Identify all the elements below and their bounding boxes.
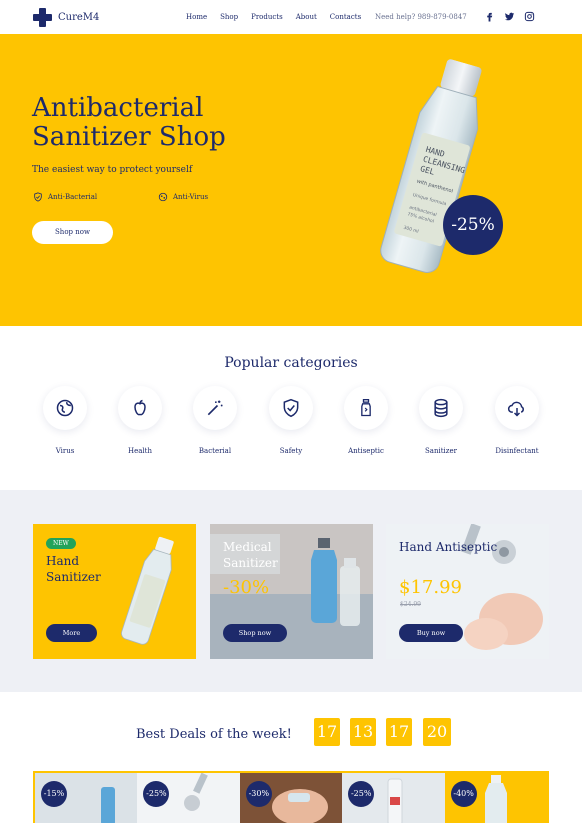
- virus-icon: [158, 192, 168, 202]
- popular-categories-section: Popular categories Virus Health Bacteria…: [0, 326, 582, 490]
- deals-product-strip: -15% -25% -30% -25% -40%: [33, 771, 549, 823]
- promo-card-hand-antiseptic[interactable]: Hand Antiseptic $17.99 $24.99 Buy now: [386, 524, 549, 659]
- menu-item-home[interactable]: Home: [186, 13, 207, 21]
- hero-discount-badge: -25%: [443, 195, 503, 255]
- promo-price: $17.99: [399, 577, 462, 598]
- promo-title: Hand Sanitizer: [46, 554, 101, 584]
- shield-icon: [283, 398, 299, 418]
- deal-item[interactable]: -25%: [342, 773, 446, 823]
- feature-anti-virus: Anti-Virus: [158, 192, 208, 202]
- category-sanitizer[interactable]: Sanitizer: [411, 386, 471, 455]
- category-label: Disinfectant: [495, 447, 539, 455]
- apple-icon: [134, 399, 146, 416]
- promo-card-hand-sanitizer[interactable]: NEW Hand Sanitizer More: [33, 524, 196, 659]
- category-label: Antiseptic: [348, 447, 384, 455]
- logo[interactable]: CureM4: [33, 8, 99, 27]
- buy-now-button[interactable]: Buy now: [399, 624, 463, 642]
- social-links: [484, 11, 535, 22]
- promo-card-medical-sanitizer[interactable]: Medical Sanitizer -30% Shop now: [210, 524, 373, 659]
- category-antiseptic[interactable]: Antiseptic: [336, 386, 396, 455]
- sanitizer-bottle-image: HAND CLEANSING GEL with panthenol Unique…: [357, 49, 513, 287]
- feature-anti-bacterial: Anti-Bacterial: [33, 192, 97, 202]
- countdown-seconds: 20: [423, 718, 451, 746]
- promo-old-price: $24.99: [400, 601, 421, 608]
- shield-check-icon: [34, 192, 42, 202]
- twitter-icon[interactable]: [504, 11, 515, 22]
- hero-title-line2: Sanitizer Shop: [32, 122, 226, 152]
- menu-item-about[interactable]: About: [296, 13, 317, 21]
- shop-now-button[interactable]: Shop now: [32, 221, 113, 244]
- deal-discount-badge: -40%: [450, 781, 477, 807]
- category-disinfectant[interactable]: Disinfectant: [487, 386, 547, 455]
- category-label: Bacterial: [198, 447, 232, 455]
- help-phone[interactable]: Need help? 989-879-0847: [375, 13, 467, 21]
- menu-item-products[interactable]: Products: [251, 13, 283, 21]
- best-deals-section: Best Deals of the week! 17 13 17 20 -15%…: [0, 692, 582, 823]
- top-navigation: CureM4 Home Shop Products About Contacts…: [0, 0, 582, 34]
- logo-text: CureM4: [58, 12, 100, 23]
- cross-logo-icon: [33, 8, 52, 27]
- deal-item[interactable]: -15%: [35, 773, 138, 823]
- category-label: Virus: [55, 447, 75, 455]
- menu-item-contacts[interactable]: Contacts: [330, 13, 361, 21]
- deal-item[interactable]: -30%: [239, 773, 343, 823]
- promo-discount: -30%: [223, 577, 270, 598]
- promo-section: NEW Hand Sanitizer More Medical Sanitize…: [0, 490, 582, 692]
- category-health[interactable]: Health: [110, 386, 170, 455]
- deal-discount-badge: -30%: [245, 781, 272, 807]
- cloud-download-icon: [508, 401, 524, 417]
- more-button[interactable]: More: [46, 624, 97, 642]
- facebook-icon[interactable]: [484, 11, 495, 22]
- hero-title: Antibacterial Sanitizer Shop: [32, 94, 292, 152]
- deal-item[interactable]: -40%: [444, 773, 547, 823]
- bottle-image: [112, 533, 185, 654]
- feature-label: Anti-Virus: [173, 193, 209, 201]
- promo-title: Medical Sanitizer: [223, 540, 278, 570]
- bottle-icon: [361, 399, 371, 417]
- main-menu: Home Shop Products About Contacts: [186, 13, 361, 21]
- category-virus[interactable]: Virus: [35, 386, 95, 455]
- countdown-minutes: 17: [386, 718, 412, 746]
- hero-banner: Antibacterial Sanitizer Shop The easiest…: [0, 34, 582, 326]
- magic-wand-icon: [207, 400, 223, 416]
- virus-icon: [56, 399, 74, 417]
- section-title: Popular categories: [224, 355, 358, 371]
- countdown-hours: 13: [350, 718, 376, 746]
- database-icon: [434, 398, 448, 418]
- deal-discount-badge: -15%: [41, 781, 67, 807]
- shop-now-button[interactable]: Shop now: [223, 624, 287, 642]
- category-safety[interactable]: Safety: [261, 386, 321, 455]
- category-bacterial[interactable]: Bacterial: [185, 386, 245, 455]
- instagram-icon[interactable]: [524, 11, 535, 22]
- hero-title-line1: Antibacterial: [32, 93, 204, 123]
- menu-item-shop[interactable]: Shop: [220, 13, 238, 21]
- category-label: Safety: [279, 447, 303, 455]
- feature-label: Anti-Bacterial: [48, 193, 98, 201]
- new-badge: NEW: [46, 538, 76, 549]
- countdown-days: 17: [314, 718, 340, 746]
- category-label: Health: [128, 447, 152, 455]
- deal-item[interactable]: -25%: [137, 773, 241, 823]
- promo-title: Hand Antiseptic: [399, 540, 498, 554]
- category-label: Sanitizer: [425, 447, 457, 455]
- hero-subtitle: The easiest way to protect yourself: [32, 165, 193, 175]
- section-title: Best Deals of the week!: [136, 727, 292, 742]
